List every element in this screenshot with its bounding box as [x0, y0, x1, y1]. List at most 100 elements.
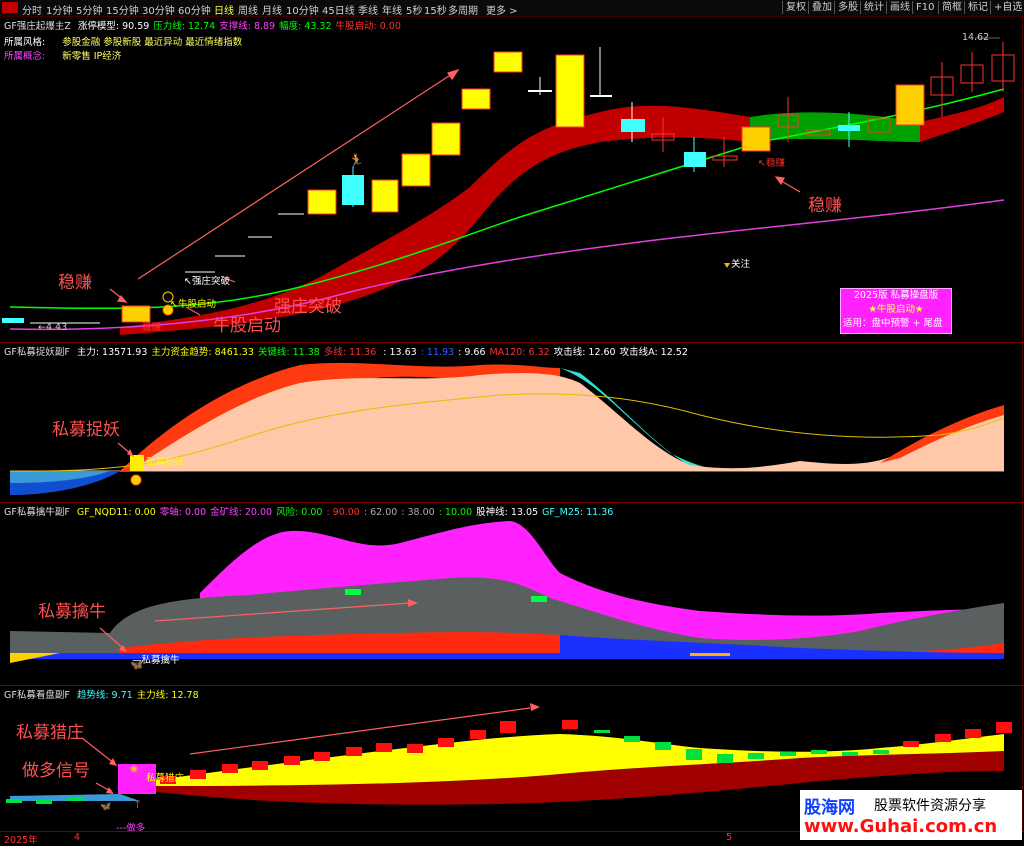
period-tab-6[interactable]: 日线	[214, 2, 234, 17]
up-arrow-icon: ↑	[133, 798, 142, 811]
qinniu-value-7: : 10.00	[438, 507, 473, 518]
butterfly-icon: 🦋	[100, 801, 111, 812]
kanpan-indicator-name: GF私募看盘副F	[4, 690, 70, 701]
zhuoyao-annotation: 私募捉妖	[52, 420, 120, 440]
axis-year: 2025年	[4, 835, 38, 846]
qinniu-annotation: 私募擒牛	[38, 602, 106, 622]
zhuoyao-values: 主力: 13571.93 主力资金趋势: 8461.33 关键线: 11.38 多线:…	[77, 347, 692, 358]
orange-marker	[690, 653, 730, 656]
period-tab-5[interactable]: 60分钟	[178, 2, 211, 17]
toolbar-button-7[interactable]: 标记	[964, 1, 991, 14]
wenzhuan-annotation: 稳赚	[58, 273, 92, 293]
zhuoyao-value-7: MA120: 6.32	[489, 347, 550, 358]
style-label: 所属风格:	[4, 37, 46, 48]
coin-icon	[130, 474, 142, 486]
qinniu-value-1: 零轴: 0.00	[159, 507, 207, 518]
toolbar-button-4[interactable]: 画线	[886, 1, 913, 14]
coin-icon: ◉	[130, 764, 138, 774]
period-tab-13[interactable]: 5秒	[406, 2, 422, 17]
kanpan-values: 趋势线: 9.71 主力线: 12.78	[77, 690, 203, 701]
zhuoyao-header: GF私募捉妖副F 主力: 13571.93 主力资金趋势: 8461.33 关键线:…	[4, 344, 696, 358]
period-tab-8[interactable]: 月线	[262, 2, 282, 17]
kanpan-signal-label: 私募猎庄	[146, 773, 185, 784]
toolbar-button-8[interactable]: +自选	[990, 1, 1024, 14]
qinniu-value-6: : 38.00	[401, 507, 435, 518]
style-row: 所属风格: 参股金融 参股新股 最近异动 最近情绪指数	[4, 34, 246, 48]
main-value-4: 牛股启动: 0.00	[335, 21, 401, 32]
toolbar-button-1[interactable]: 叠加	[808, 1, 835, 14]
zhuoyao-chart	[9, 362, 1005, 495]
version-box-title: 2025版 私募操盘版	[853, 290, 939, 301]
main-indicator-name: GF强庄起爆主Z	[4, 21, 71, 32]
toolbar-button-3[interactable]: 统计	[860, 1, 887, 14]
zhuoyao-signal-bar	[130, 455, 144, 471]
period-tab-0[interactable]: 分时	[22, 2, 42, 17]
zhuoyao-value-6: : 9.66	[458, 347, 486, 358]
zhuoyao-value-0: 主力: 13571.93	[76, 347, 148, 358]
version-box-line3: 适用：盘中预警 + 尾盘	[843, 318, 943, 329]
main-value-1: 压力线: 12.74	[153, 21, 216, 32]
main-chart-panel: 🏃 GF强庄起爆主Z 涨停模型: 90.59 压力线: 12.74 支撑线: 8.8…	[0, 17, 1023, 342]
zhuoyao-value-1: 主力资金趋势: 8461.33	[151, 347, 254, 358]
period-tab-15[interactable]: 多周期	[448, 2, 478, 17]
low-price-label: ←4.43	[38, 322, 68, 333]
version-box-line2: ★牛股启动★	[868, 304, 924, 315]
period-tab-14[interactable]: 15秒	[424, 2, 447, 17]
qinniu-value-8: 股神线: 13.05	[476, 507, 539, 518]
red-trend-band-right	[920, 97, 1004, 142]
watermark-title: 股海网	[804, 798, 855, 818]
kanpan-value-0: 趋势线: 9.71	[76, 690, 133, 701]
green-marker	[345, 589, 361, 595]
toolbar-button-0[interactable]: 复权	[782, 1, 809, 14]
zhuoyao-signal-label: 私募捉妖	[146, 457, 185, 468]
green-marker	[531, 596, 547, 602]
guanzhu-signal-label: 关注	[731, 259, 751, 270]
period-tab-7[interactable]: 周线	[238, 2, 258, 17]
qinniu-indicator-name: GF私募擒牛副F	[4, 507, 70, 518]
wenzhuan-annotation-2: 稳赚	[808, 196, 842, 216]
qinniu-values: GF_NQD11: 0.00 零轴: 0.00 金矿线: 20.00 风险: 0.00…	[77, 507, 618, 518]
wenzhuan-signal-label: 稳赚	[142, 322, 162, 333]
annotation-arrowhead	[106, 787, 114, 794]
wenzhuan-signal-label-2: ↖稳赚	[758, 158, 785, 169]
period-tab-1[interactable]: 1分钟	[46, 2, 72, 17]
period-tab-3[interactable]: 15分钟	[106, 2, 139, 17]
main-indicator-header: GF强庄起爆主Z 涨停模型: 90.59 压力线: 12.74 支撑线: 8.89 幅…	[4, 18, 409, 32]
watermark: 股海网 股票软件资源分享 www.Guhai.com.cn	[800, 790, 1022, 840]
toolbar-button-5[interactable]: F10	[912, 1, 937, 14]
qinniu-value-9: GF_M25: 11.36	[542, 507, 614, 518]
diamond-icon	[724, 263, 730, 268]
main-value-3: 幅度: 43.32	[279, 21, 332, 32]
zhuoyao-value-4: : 13.63	[383, 347, 417, 358]
period-tab-16[interactable]: 更多 >	[486, 2, 518, 17]
toolbar-logo	[2, 2, 18, 13]
period-tab-2[interactable]: 5分钟	[76, 2, 102, 17]
main-values: 涨停模型: 90.59 压力线: 12.74 支撑线: 8.89 幅度: 43.32 牛…	[78, 21, 405, 32]
period-tab-11[interactable]: 季线	[358, 2, 378, 17]
axis-month-5: 5	[726, 832, 733, 843]
zhuoyao-value-2: 关键线: 11.38	[257, 347, 320, 358]
zhuoyao-value-5: : 11.93	[420, 347, 455, 358]
period-toolbar: 分时 1分钟 5分钟 15分钟 30分钟 60分钟 日线 周线 月线 10分钟 45日线 季线 年线 5秒…	[0, 0, 1024, 17]
qinniu-panel: 🦋 GF私募擒牛副F GF_NQD11: 0.00 零轴: 0.00 金矿线: 20…	[0, 503, 1023, 685]
zhuoyao-indicator-name: GF私募捉妖副F	[4, 347, 70, 358]
period-tab-12[interactable]: 年线	[382, 2, 402, 17]
period-tab-4[interactable]: 30分钟	[142, 2, 175, 17]
watermark-subtitle: 股票软件资源分享	[874, 798, 986, 814]
qiangzhuang-signal-label: ↖强庄突破	[184, 276, 230, 287]
high-price-label: 14.62	[962, 32, 990, 43]
zhuoyao-value-8: 攻击线: 12.60	[553, 347, 616, 358]
qinniu-value-4: : 90.00	[326, 507, 360, 518]
qinniu-value-0: GF_NQD11: 0.00	[76, 507, 156, 518]
toolbar-button-2[interactable]: 多股	[834, 1, 861, 14]
main-value-2: 支撑线: 8.89	[219, 21, 276, 32]
period-tab-10[interactable]: 45日线	[322, 2, 355, 17]
niugu-annotation: 牛股启动	[213, 316, 281, 336]
period-tab-9[interactable]: 10分钟	[286, 2, 319, 17]
zhuoyao-panel: GF私募捉妖副F 主力: 13571.93 主力资金趋势: 8461.33 关键线:…	[0, 343, 1023, 502]
toolbar-button-6[interactable]: 简框	[938, 1, 965, 14]
zhuoyao-value-3: 多线: 11.36	[323, 347, 380, 358]
version-box: 2025版 私募操盘版 ★牛股启动★ 适用：盘中预警 + 尾盘	[840, 288, 952, 334]
qinniu-value-3: 风险: 0.00	[276, 507, 323, 518]
concept-row: 所属概念: 新零售 IP经济	[4, 48, 125, 62]
